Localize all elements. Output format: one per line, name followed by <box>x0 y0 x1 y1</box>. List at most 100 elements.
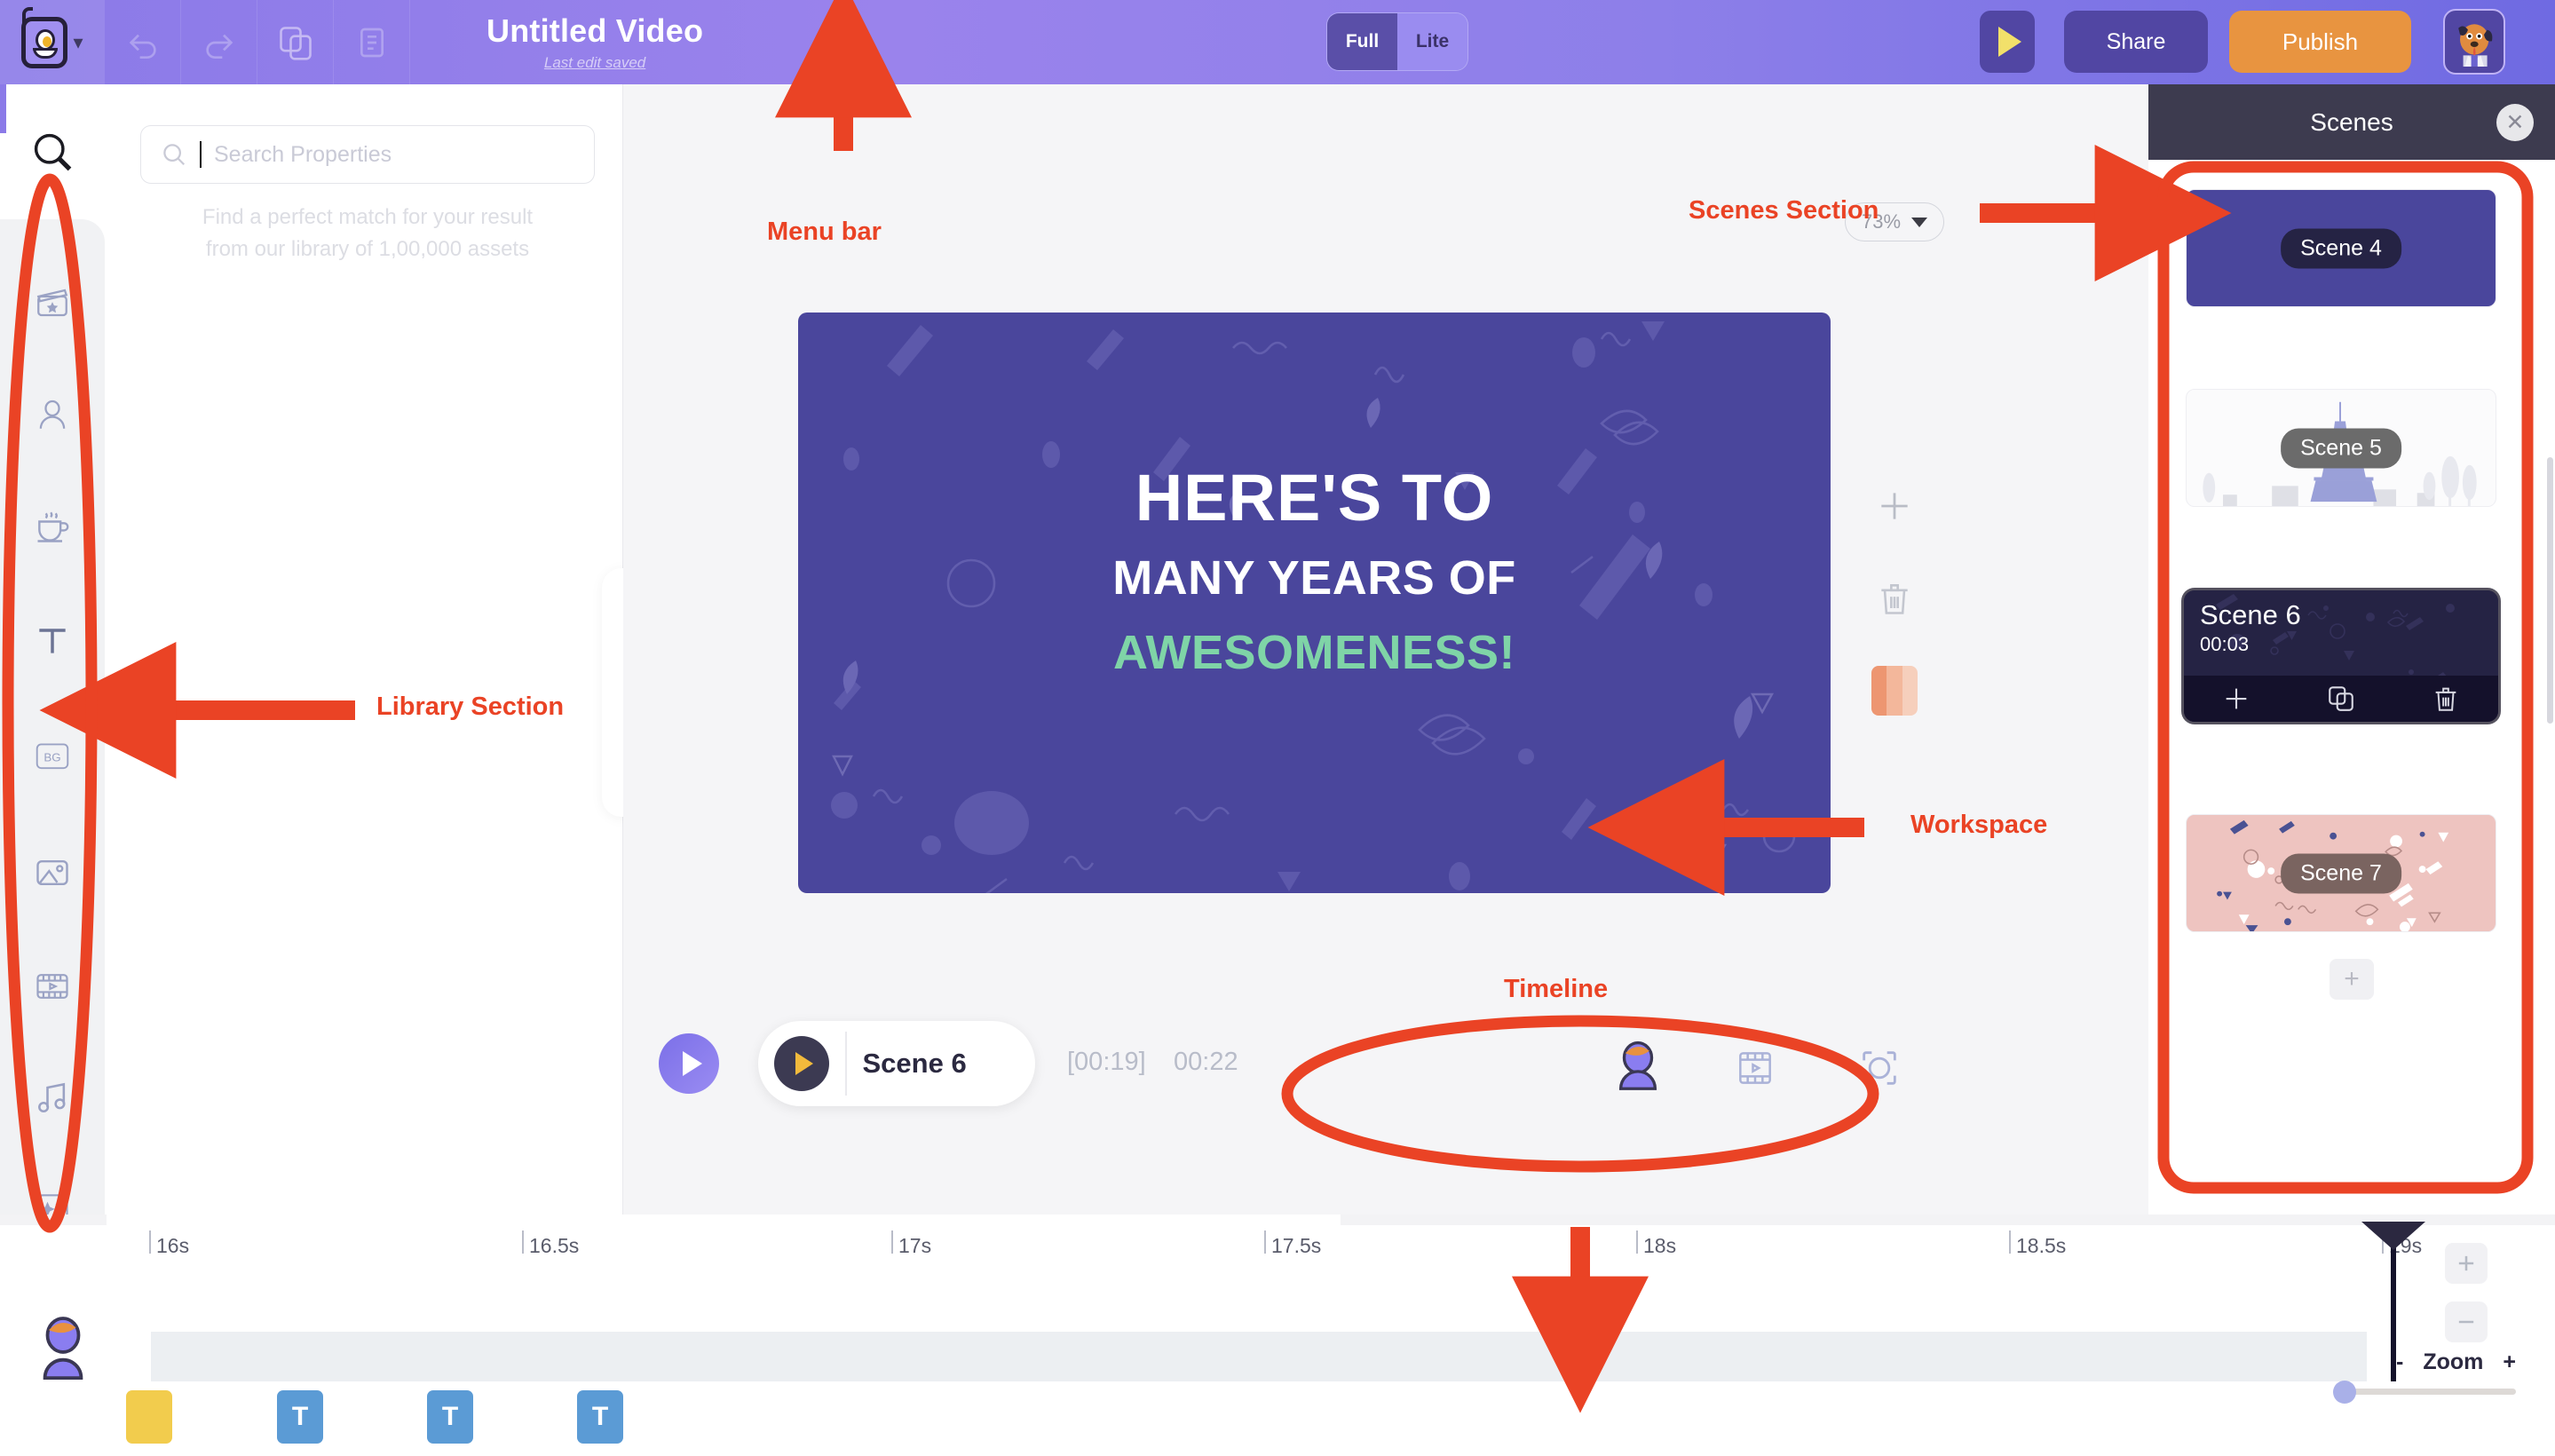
bg-icon: BG <box>36 743 69 770</box>
trash-icon[interactable] <box>2431 684 2461 714</box>
add-element-button[interactable] <box>1868 479 1921 533</box>
search-input[interactable]: Search Properties <box>140 125 595 184</box>
scenes-section: Scenes ✕ Scene 4 Scene 5 Scene 6 00:03 S… <box>2148 84 2555 1215</box>
scene-thumbnail[interactable]: Scene 7 <box>2186 814 2496 932</box>
close-icon[interactable]: ✕ <box>2496 104 2534 141</box>
zoom-slider[interactable] <box>2333 1381 2516 1404</box>
play-icon <box>795 1052 813 1075</box>
zoom-slider-knob[interactable] <box>2333 1381 2356 1404</box>
video-tool-button[interactable] <box>1724 1037 1786 1099</box>
sidebar-item-search[interactable] <box>0 84 105 219</box>
focus-tool-button[interactable] <box>1848 1037 1910 1099</box>
delete-element-button[interactable] <box>1868 572 1921 625</box>
color-swatch-icon <box>1871 666 1918 716</box>
zoom-decrease-label[interactable]: - <box>2396 1349 2403 1375</box>
sidebar-item-text[interactable] <box>0 613 105 668</box>
app-logo-button[interactable]: ▾ <box>0 0 105 84</box>
character-tool-button[interactable] <box>1607 1037 1669 1099</box>
add-scene-button[interactable]: + <box>2330 959 2374 1000</box>
timeline-clip[interactable] <box>126 1390 172 1444</box>
annotation-library-section: Library Section <box>376 692 565 721</box>
scene-transition-swatch[interactable] <box>2332 747 2371 789</box>
active-scene-meta: Scene 6 00:03 <box>2200 599 2301 656</box>
scenes-header: Scenes ✕ <box>2148 84 2555 160</box>
copy-icon <box>280 26 312 60</box>
tab-full[interactable]: Full <box>1327 13 1397 70</box>
timeline-play-button[interactable] <box>659 1033 719 1094</box>
plus-icon <box>1881 493 1908 519</box>
canvas-tool-strip <box>1868 479 1921 756</box>
timeline-zoom-controls: - Zoom + <box>2396 1349 2516 1375</box>
current-scene-label: Scene 6 <box>862 1048 967 1079</box>
undo-button[interactable] <box>105 0 181 84</box>
sidebar-item-images[interactable] <box>0 845 105 900</box>
dog-avatar-icon <box>2458 24 2493 67</box>
annotation-scenes-section: Scenes Section <box>1689 196 1879 225</box>
sidebar-item-music[interactable] <box>0 1070 105 1125</box>
total-time: 00:22 <box>1174 1048 1238 1076</box>
undo-icon <box>129 34 156 59</box>
color-swatch-button[interactable] <box>1868 664 1921 717</box>
minus-icon <box>2458 1320 2474 1324</box>
scene-duration: 00:03 <box>2200 633 2250 655</box>
share-button[interactable]: Share <box>2064 11 2208 73</box>
scene-transition-swatch[interactable] <box>2332 525 2371 567</box>
timeline-clip[interactable]: T <box>427 1390 473 1444</box>
scenes-title: Scenes <box>2310 107 2393 136</box>
notes-button[interactable] <box>334 0 410 84</box>
tab-lite[interactable]: Lite <box>1397 13 1467 70</box>
search-icon <box>163 144 186 166</box>
slide-line-3: AWESOMENESS! <box>1112 626 1516 679</box>
sidebar-item-templates[interactable] <box>0 275 105 330</box>
timeline-clip[interactable]: T <box>577 1390 623 1444</box>
mode-toggle[interactable]: Full Lite <box>1326 12 1468 71</box>
scene-play-button[interactable] <box>774 1036 829 1091</box>
zoom-increase-label[interactable]: + <box>2503 1349 2516 1375</box>
timeline-inset <box>107 1215 1341 1225</box>
redo-button[interactable] <box>181 0 257 84</box>
chevron-down-icon[interactable]: ▾ <box>73 32 83 52</box>
sidebar-item-props[interactable] <box>0 499 105 554</box>
timeline-clip[interactable]: T <box>277 1390 323 1444</box>
search-icon <box>34 133 72 171</box>
timeline: 16s 16.5s 17s 17.5s 18s 18.5s 19s T T T <box>0 1215 2555 1456</box>
timeline-tick-label: 17.5s <box>1271 1234 1322 1257</box>
plus-icon[interactable] <box>2221 684 2251 714</box>
sidebar-item-characters[interactable] <box>0 387 105 442</box>
caret-down-icon <box>1911 217 1928 227</box>
scenes-scrollbar[interactable] <box>2547 457 2553 724</box>
preview-play-button[interactable] <box>1980 11 2035 73</box>
text-caret <box>200 141 202 168</box>
slide-text[interactable]: HERE'S TO MANY YEARS OF AWESOMENESS! <box>798 465 1831 680</box>
timeline-tick-label: 16s <box>156 1234 190 1257</box>
plus-icon <box>2458 1255 2474 1271</box>
playhead-handle[interactable] <box>2361 1222 2425 1250</box>
timeline-track[interactable] <box>151 1332 2367 1381</box>
rail-panel <box>0 219 105 1215</box>
trash-icon <box>1881 584 1908 614</box>
timeline-zoom-in-button[interactable] <box>2445 1243 2488 1284</box>
timeline-zoom-out-button[interactable] <box>2445 1302 2488 1342</box>
timeline-track-avatar[interactable] <box>32 1316 94 1383</box>
avatar[interactable] <box>2443 9 2505 75</box>
document-title-block[interactable]: Untitled Video Last edit saved <box>486 12 703 72</box>
focus-frame-icon <box>1863 1051 1896 1085</box>
scene-thumbnail[interactable]: Scene 5 <box>2186 389 2496 507</box>
divider <box>845 1032 847 1096</box>
timeline-tick-label: 17s <box>898 1234 932 1257</box>
notes-icon <box>360 28 384 57</box>
sidebar-item-background[interactable]: BG <box>0 728 105 783</box>
copy-icon[interactable] <box>2326 684 2356 714</box>
scene-thumbnail[interactable]: Scene 4 <box>2186 189 2496 307</box>
zoom-label: Zoom <box>2423 1349 2484 1374</box>
publish-button[interactable]: Publish <box>2229 11 2411 73</box>
canvas-stage[interactable]: HERE'S TO MANY YEARS OF AWESOMENESS! <box>798 313 1831 893</box>
film-strip-icon <box>1739 1052 1771 1084</box>
sidebar-item-video[interactable] <box>0 959 105 1014</box>
scene-thumbnail-active[interactable]: Scene 6 00:03 <box>2184 590 2498 722</box>
current-scene-pill[interactable]: Scene 6 <box>758 1021 1035 1106</box>
scene-label: Scene 4 <box>2281 228 2401 268</box>
last-edit-status: Last edit saved <box>543 54 646 71</box>
scene-transition-swatch[interactable] <box>2332 326 2371 368</box>
copy-button[interactable] <box>257 0 334 84</box>
